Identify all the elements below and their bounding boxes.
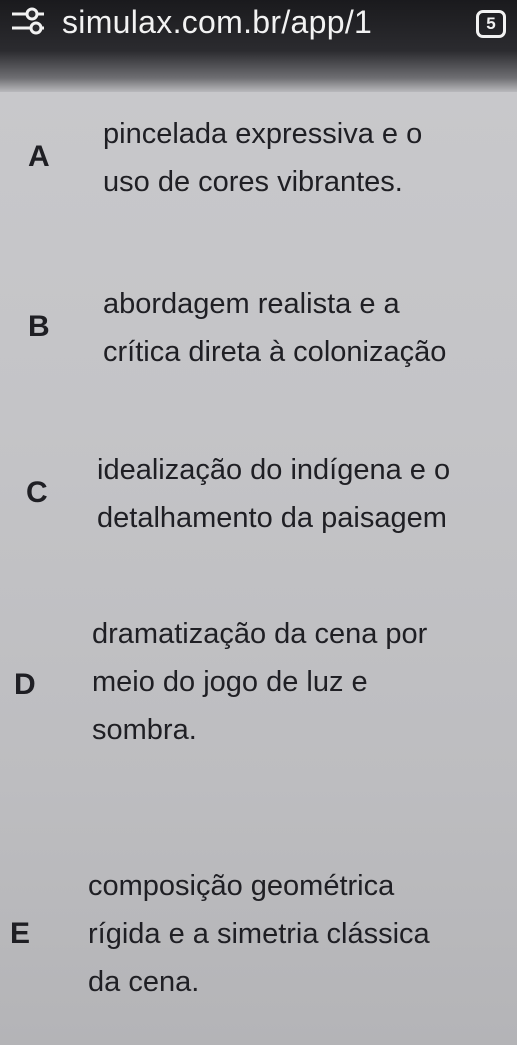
option-text: abordagem realista e a crítica direta à … (103, 280, 446, 376)
answer-option-b[interactable]: B abordagem realista e a crítica direta … (0, 280, 517, 450)
option-letter: A (28, 140, 50, 173)
option-text-line: abordagem realista e a (103, 288, 400, 320)
option-text-line: pincelada expressiva e o (103, 118, 423, 150)
option-text-line: uso de cores vibrantes. (103, 166, 403, 198)
option-text-line: crítica direta à colonização (103, 336, 447, 368)
answer-option-e[interactable]: E composição geométrica rígida e a simet… (0, 862, 517, 1032)
option-text-line: meio do jogo de luz e (92, 666, 368, 698)
browser-address-bar: simulax.com.br/app/1 5 (0, 0, 517, 92)
url-text[interactable]: simulax.com.br/app/1 (62, 2, 372, 42)
option-letter: C (26, 476, 48, 509)
answer-option-a[interactable]: A pincelada expressiva e o uso de cores … (0, 100, 517, 270)
answer-option-c[interactable]: C idealização do indígena e o detalhamen… (0, 440, 517, 610)
sliders-icon[interactable] (10, 6, 50, 36)
option-text-line: idealização do indígena e o (97, 454, 451, 486)
option-text: pincelada expressiva e o uso de cores vi… (103, 110, 422, 206)
option-letter: E (10, 917, 31, 950)
answer-option-d[interactable]: D dramatização da cena por meio do jogo … (0, 610, 517, 780)
tab-switcher-icon[interactable]: 5 (476, 10, 506, 38)
option-text-line: sombra. (92, 714, 197, 746)
tab-count-label: 5 (486, 14, 496, 33)
option-text: composição geométrica rígida e a simetri… (88, 862, 430, 1006)
option-text-line: rígida e a simetria clássica (88, 918, 430, 950)
option-text: idealização do indígena e o detalhamento… (97, 446, 450, 542)
option-text-line: composição geométrica (88, 870, 395, 902)
option-text-line: da cena. (88, 966, 200, 998)
option-text-line: dramatização da cena por (92, 618, 428, 650)
option-text: dramatização da cena por meio do jogo de… (92, 610, 427, 754)
option-letter: D (14, 668, 36, 701)
option-letter: B (28, 310, 50, 343)
option-text-line: detalhamento da paisagem (97, 502, 447, 534)
